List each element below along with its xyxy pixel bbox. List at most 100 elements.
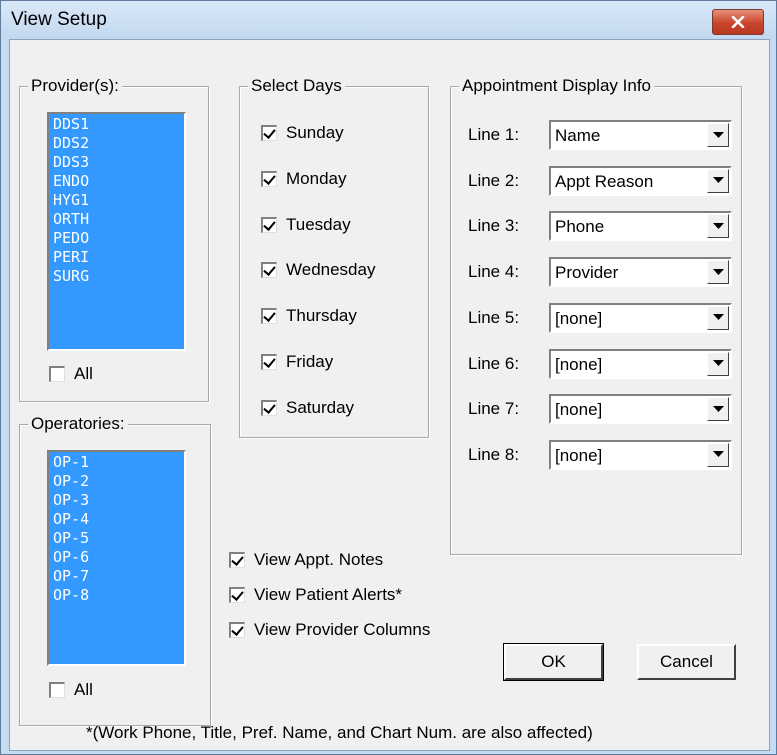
dropdown-button[interactable] [707,397,729,422]
operatories-listbox[interactable]: OP-1 OP-2 OP-3 OP-4 OP-5 OP-6 OP-7 OP-8 [47,450,186,666]
dropdown-button[interactable] [707,442,729,467]
list-item[interactable]: PERI [53,248,180,267]
option-checkbox[interactable]: View Patient Alerts* [229,585,402,605]
cancel-button-label: Cancel [660,652,713,671]
day-label: Monday [286,168,347,188]
line-3-select[interactable]: Phone [549,211,732,242]
list-item[interactable]: HYG1 [53,191,180,210]
chevron-down-icon [712,177,724,184]
list-item[interactable]: OP-1 [53,453,180,472]
option-label: View Patient Alerts* [254,585,403,604]
line-6-label: Line 6: [468,353,520,373]
list-item[interactable]: OP-7 [53,567,180,586]
dropdown-button[interactable] [707,168,729,193]
select-value: [none] [555,400,603,420]
checkbox-box[interactable] [261,399,277,416]
list-item[interactable]: DDS1 [53,115,180,134]
ok-button-label: OK [541,652,566,671]
checkbox-box[interactable] [49,682,65,698]
ok-button[interactable]: OK [503,643,604,681]
providers-all-label: All [74,364,93,383]
line-2-select[interactable]: Appt Reason [549,165,732,196]
checkbox-box[interactable] [229,587,245,603]
window-title: View Setup [11,9,107,30]
checkbox-box[interactable] [261,308,277,325]
checkbox-box[interactable] [261,262,277,279]
chevron-down-icon [712,314,724,321]
day-checkbox-tuesday[interactable]: Tuesday [261,215,351,235]
chevron-down-icon [712,451,724,458]
cancel-button[interactable]: Cancel [637,644,736,680]
operatories-label: Operatories: [28,413,128,435]
day-checkbox-thursday[interactable]: Thursday [261,306,357,326]
line-4-label: Line 4: [468,262,520,282]
list-item[interactable]: PEDO [53,229,180,248]
providers-label: Provider(s): [28,75,122,97]
checkbox-box[interactable] [229,552,245,568]
select-value: Appt Reason [555,171,654,191]
list-item[interactable]: ENDO [53,172,180,191]
list-item[interactable]: OP-5 [53,529,180,548]
day-checkbox-monday[interactable]: Monday [261,169,346,189]
line-7-select[interactable]: [none] [549,394,732,425]
checkbox-box[interactable] [49,366,65,382]
option-checkbox[interactable]: View Appt. Notes [229,550,383,570]
list-item[interactable]: ORTH [53,210,180,229]
providers-all-checkbox[interactable]: All [49,364,93,384]
line-6-select[interactable]: [none] [549,348,732,379]
day-label: Tuesday [286,214,351,234]
operatories-all-checkbox[interactable]: All [49,680,93,700]
dropdown-button[interactable] [707,260,729,285]
appointment-display-label: Appointment Display Info [459,75,654,97]
list-item[interactable]: DDS3 [53,153,180,172]
chevron-down-icon [712,268,724,275]
dropdown-button[interactable] [707,305,729,330]
day-checkbox-saturday[interactable]: Saturday [261,398,354,418]
line-5-select[interactable]: [none] [549,302,732,333]
list-item[interactable]: OP-4 [53,510,180,529]
option-checkbox[interactable]: View Provider Columns [229,620,430,640]
line-7-label: Line 7: [468,399,520,419]
line-2-label: Line 2: [468,170,520,190]
dialog-body: Provider(s): DDS1 DDS2 DDS3 ENDO HYG1 ORTH PED… [9,39,770,751]
list-item[interactable]: SURG [53,267,180,286]
checkbox-box[interactable] [261,216,277,233]
option-label: View Appt. Notes [254,550,384,569]
close-icon [731,16,745,28]
list-item[interactable]: OP-2 [53,472,180,491]
dropdown-button[interactable] [707,214,729,239]
line-8-select[interactable]: [none] [549,439,732,470]
line-3-label: Line 3: [468,216,520,236]
chevron-down-icon [712,131,724,138]
dropdown-button[interactable] [707,351,729,376]
view-setup-dialog: View Setup Provider(s): DDS1 DDS2 DDS3 ENDO… [0,0,777,755]
footnote: *(Work Phone, Title, Pref. Name, and Cha… [86,723,593,742]
checkbox-box[interactable] [261,354,277,370]
select-value: [none] [555,354,603,374]
day-checkbox-friday[interactable]: Friday [261,352,333,372]
list-item[interactable]: DDS2 [53,134,180,153]
checkbox-box[interactable] [229,622,245,638]
day-checkbox-wednesday[interactable]: Wednesday [261,260,375,280]
select-value: Name [555,126,601,145]
select-value: [none] [555,308,603,328]
list-item[interactable]: OP-3 [53,491,180,510]
option-label: View Provider Columns [254,620,431,639]
checkbox-box[interactable] [261,125,277,141]
day-label: Friday [286,352,334,371]
title-bar[interactable]: View Setup [1,1,776,39]
dropdown-button[interactable] [707,123,729,147]
line-8-label: Line 8: [468,444,520,464]
checkbox-box[interactable] [261,170,277,187]
day-label: Wednesday [286,260,376,280]
line-5-label: Line 5: [468,307,520,327]
line-4-select[interactable]: Provider [549,257,732,288]
line-1-select[interactable]: Name [549,120,732,150]
day-checkbox-sunday[interactable]: Sunday [261,123,344,143]
list-item[interactable]: OP-6 [53,548,180,567]
close-button[interactable] [712,9,764,35]
day-label: Thursday [286,306,357,326]
providers-listbox[interactable]: DDS1 DDS2 DDS3 ENDO HYG1 ORTH PEDO PERI SURG [47,112,186,351]
chevron-down-icon [712,405,724,412]
list-item[interactable]: OP-8 [53,586,180,605]
